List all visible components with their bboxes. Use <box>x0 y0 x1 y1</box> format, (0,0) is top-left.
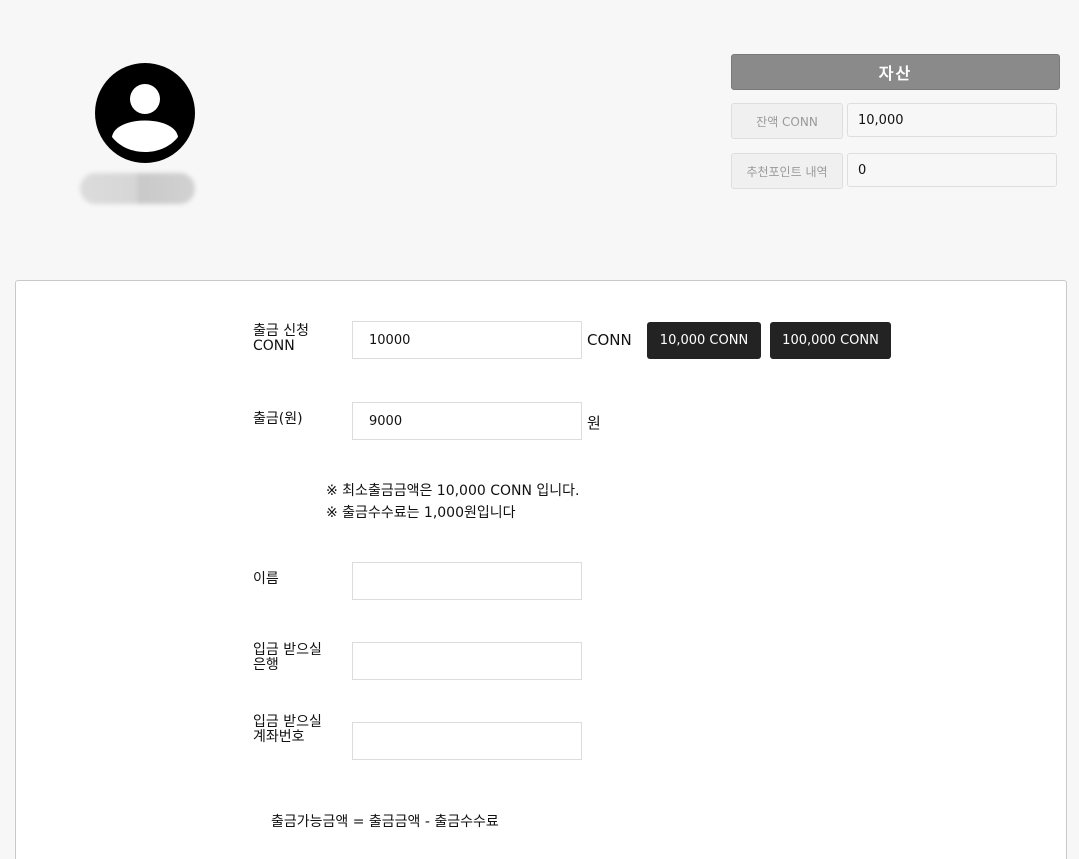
referral-points-value: 0 <box>847 153 1057 187</box>
user-circle-icon <box>95 63 195 163</box>
quick-10000-conn-button[interactable]: 10,000 CONN <box>647 322 761 359</box>
bank-label: 입금 받으실 은행 <box>253 642 322 673</box>
wallet-page: 자산 잔액 CONN 10,000 추천포인트 내역 0 출금 신청 CONN … <box>0 0 1079 859</box>
won-unit: 원 <box>587 414 601 432</box>
name-input[interactable] <box>352 562 582 600</box>
name-label: 이름 <box>253 571 279 587</box>
balance-label: 잔액 CONN <box>731 103 843 139</box>
min-withdraw-notice: ※ 최소출금금액은 10,000 CONN 입니다. <box>326 483 580 499</box>
referral-points-label: 추천포인트 내역 <box>731 153 843 189</box>
asset-row-referral: 추천포인트 내역 0 <box>731 153 1059 189</box>
quick-100000-conn-button[interactable]: 100,000 CONN <box>770 322 891 359</box>
bank-input[interactable] <box>352 642 582 680</box>
withdraw-conn-label: 출금 신청 CONN <box>253 323 309 354</box>
withdraw-won-label: 출금(원) <box>253 411 303 427</box>
withdrawable-formula: 출금가능금액 = 출금금액 - 출금수수료 <box>271 814 499 830</box>
asset-row-balance: 잔액 CONN 10,000 <box>731 103 1059 139</box>
withdraw-conn-input[interactable] <box>352 321 582 359</box>
conn-unit: CONN <box>587 331 632 349</box>
balance-value: 10,000 <box>847 103 1057 137</box>
asset-title: 자산 <box>731 54 1060 90</box>
withdraw-won-input[interactable] <box>352 402 582 440</box>
fee-notice: ※ 출금수수료는 1,000원입니다 <box>326 505 516 521</box>
username-blurred <box>80 173 195 204</box>
account-label: 입금 받으실 계좌번호 <box>253 714 322 745</box>
account-input[interactable] <box>352 722 582 760</box>
